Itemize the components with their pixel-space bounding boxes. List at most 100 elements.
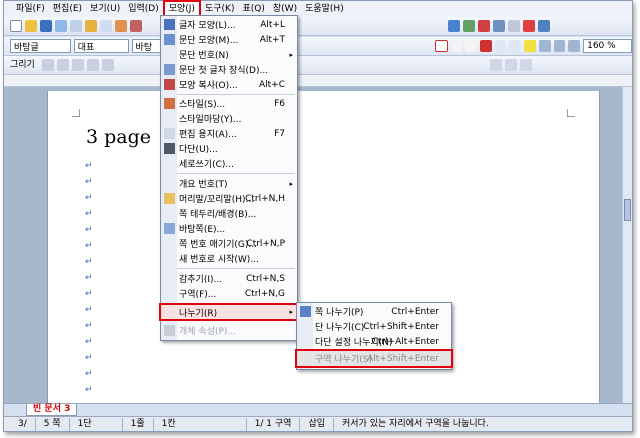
scroll-thumb[interactable] bbox=[624, 199, 631, 221]
menu-item-column-break[interactable]: 단 나누기(C) Ctrl+Shift+Enter bbox=[297, 319, 451, 334]
paragraph-mark: ↵ bbox=[85, 161, 93, 171]
menu-window[interactable]: 창(W) bbox=[269, 2, 301, 16]
submenu-arrow-icon: ▸ bbox=[289, 179, 293, 188]
monitor-icon[interactable] bbox=[523, 20, 535, 32]
italic-icon[interactable] bbox=[450, 40, 463, 52]
menu-item-object-properties[interactable]: 개체 속성(P)... bbox=[161, 323, 297, 338]
menu-help[interactable]: 도움말(H) bbox=[301, 2, 348, 16]
status-message: 커서가 있는 자리에서 구역을 나눕니다. bbox=[342, 418, 489, 429]
paragraph-mark: ↵ bbox=[85, 289, 93, 299]
equation-icon[interactable] bbox=[493, 20, 505, 32]
menu-table[interactable]: 표(Q) bbox=[238, 2, 268, 16]
document-heading[interactable]: 3 page bbox=[86, 126, 151, 148]
rectangle-icon[interactable] bbox=[56, 59, 69, 71]
paragraph-mark: ↵ bbox=[85, 305, 93, 315]
status-total: 5 쪽 bbox=[36, 417, 70, 431]
paragraph-mark: ↵ bbox=[85, 321, 93, 331]
line-icon[interactable] bbox=[41, 59, 54, 71]
paragraph-mark: ↵ bbox=[85, 273, 93, 283]
highlight-icon[interactable] bbox=[524, 40, 536, 52]
margin-corner-top-right bbox=[567, 109, 575, 117]
menu-item-drop-cap[interactable]: 문단 첫 글자 장식(D)... bbox=[161, 62, 297, 77]
draw-label: 그리기 bbox=[10, 60, 35, 70]
menu-item-outline-number[interactable]: 개요 번호(T) ▸ bbox=[161, 176, 297, 191]
menu-item-header-footer[interactable]: 머리말/꼬리말(H)... Ctrl+N,H bbox=[161, 191, 297, 206]
para-shape-icon bbox=[164, 34, 175, 45]
menu-item-para-number[interactable]: 문단 번호(N) ▸ bbox=[161, 47, 297, 62]
menu-insert[interactable]: 입력(D) bbox=[124, 2, 163, 16]
picture-icon[interactable] bbox=[463, 20, 475, 32]
font-ko-select[interactable]: 바탕 bbox=[131, 39, 161, 53]
status-bar: 3/ 5 쪽 1단 1줄 1칸 1/ 1 구역 삽입 커서가 있는 자리에서 구… bbox=[4, 416, 632, 431]
document-tab-bar: 빈 문서 3 bbox=[4, 403, 632, 416]
paragraph-mark: ↵ bbox=[85, 241, 93, 251]
status-mode: 삽입 bbox=[300, 417, 335, 431]
order-icon[interactable] bbox=[519, 59, 532, 71]
underline-icon[interactable] bbox=[465, 40, 477, 52]
open-folder-icon[interactable] bbox=[25, 20, 37, 32]
rotate-icon[interactable] bbox=[489, 59, 502, 71]
menu-item-master-page[interactable]: 바탕쪽(E)... bbox=[161, 221, 297, 236]
paragraph-mark: ↵ bbox=[85, 337, 93, 347]
copy-icon[interactable] bbox=[100, 20, 112, 32]
tab-document-3[interactable]: 빈 문서 3 bbox=[26, 404, 78, 416]
menu-item-vertical-writing[interactable]: 세로쓰기(C)... bbox=[161, 156, 297, 171]
format-painter-icon[interactable] bbox=[130, 20, 142, 32]
menu-item-copy-format[interactable]: 모양 복사(O)... Alt+C bbox=[161, 77, 297, 92]
menu-item-section[interactable]: 구역(F)... Ctrl+N,G bbox=[161, 286, 297, 301]
menu-item-section-break[interactable]: 구역 나누기(S) Alt+Shift+Enter bbox=[295, 349, 453, 368]
menu-item-style[interactable]: 스타일(S)... F6 bbox=[161, 96, 297, 111]
new-document-icon[interactable] bbox=[10, 20, 22, 32]
subscript-icon[interactable] bbox=[509, 40, 522, 52]
menu-item-page-break[interactable]: 쪽 나누기(P) Ctrl+Enter bbox=[297, 304, 451, 319]
zoom-select[interactable]: 160 % bbox=[583, 39, 633, 53]
save-icon[interactable] bbox=[40, 20, 52, 32]
group-icon[interactable] bbox=[504, 59, 517, 71]
menu-item-para-shape[interactable]: 문단 모양(M)... Alt+T bbox=[161, 32, 297, 47]
paragraph-mark: ↵ bbox=[85, 193, 93, 203]
help-icon[interactable] bbox=[538, 20, 550, 32]
table-icon[interactable] bbox=[448, 20, 460, 32]
menu-item-multicolumn-break[interactable]: 다단 설정 나누기(N) Ctrl+Alt+Enter bbox=[297, 334, 451, 349]
symbol-icon[interactable] bbox=[508, 20, 520, 32]
font-color-icon[interactable] bbox=[479, 40, 492, 52]
print-icon[interactable] bbox=[55, 20, 67, 32]
cut-icon[interactable] bbox=[85, 20, 97, 32]
menu-item-break[interactable]: 나누기(R) ▸ bbox=[159, 303, 299, 321]
paragraph-mark: ↵ bbox=[85, 177, 93, 187]
submenu-arrow-icon: ▸ bbox=[289, 308, 293, 316]
style-select[interactable]: 바탕글 bbox=[10, 39, 71, 53]
page-setup-icon bbox=[164, 128, 175, 139]
font-en-select[interactable]: 대표 bbox=[73, 39, 129, 53]
page-break-icon bbox=[300, 306, 311, 317]
bold-icon[interactable] bbox=[434, 40, 448, 52]
align-center-icon[interactable] bbox=[553, 40, 566, 52]
menu-item-hide[interactable]: 감추기(I)... Ctrl+N,S bbox=[161, 271, 297, 286]
menu-item-char-shape[interactable]: 글자 모양(L)... Alt+L bbox=[161, 17, 297, 32]
paragraph-mark: ↵ bbox=[85, 353, 93, 363]
superscript-icon[interactable] bbox=[494, 40, 507, 52]
menu-bar: 파일(F) 편집(E) 보기(U) 입력(D) 모양(J) 도구(K) 표(Q)… bbox=[4, 0, 632, 18]
menu-item-new-number[interactable]: 새 번호로 시작(W)... bbox=[161, 251, 297, 266]
polygon-icon[interactable] bbox=[101, 59, 114, 71]
menu-file[interactable]: 파일(F) bbox=[12, 2, 49, 16]
menu-item-page-setup[interactable]: 편집 용지(A)... F7 bbox=[161, 126, 297, 141]
menu-edit[interactable]: 편집(E) bbox=[49, 2, 86, 16]
arc-icon[interactable] bbox=[86, 59, 99, 71]
align-left-icon[interactable] bbox=[538, 40, 551, 52]
ellipse-icon[interactable] bbox=[71, 59, 84, 71]
drawing-toolbar: 그리기 bbox=[4, 56, 632, 75]
copy-format-icon bbox=[164, 79, 175, 90]
paste-icon[interactable] bbox=[115, 20, 127, 32]
vertical-scrollbar[interactable] bbox=[622, 87, 632, 403]
master-page-icon bbox=[164, 223, 175, 234]
chart-icon[interactable] bbox=[478, 20, 490, 32]
menu-item-page-border[interactable]: 쪽 테두리/배경(B)... bbox=[161, 206, 297, 221]
menu-item-page-number[interactable]: 쪽 번호 매기기(G)... Ctrl+N,P bbox=[161, 236, 297, 251]
align-right-icon[interactable] bbox=[568, 40, 581, 52]
preview-icon[interactable] bbox=[70, 20, 82, 32]
menu-item-columns[interactable]: 다단(U)... bbox=[161, 141, 297, 156]
menu-view[interactable]: 보기(U) bbox=[86, 2, 124, 16]
menu-item-style-gallery[interactable]: 스타일마당(Y)... bbox=[161, 111, 297, 126]
menu-tools[interactable]: 도구(K) bbox=[201, 2, 239, 16]
